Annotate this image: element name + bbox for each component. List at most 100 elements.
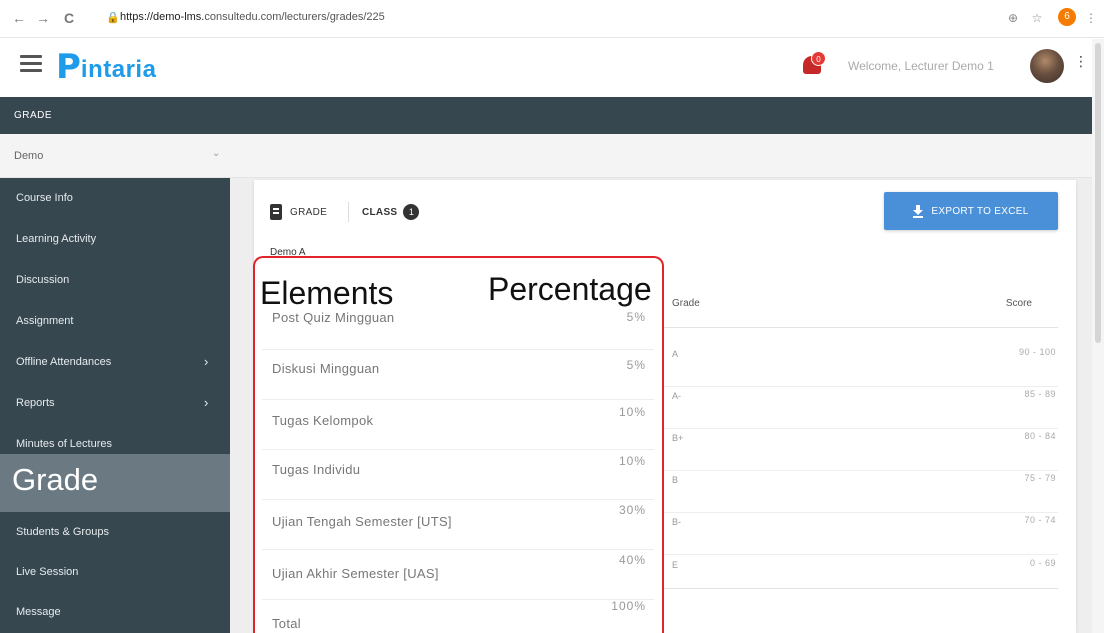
table-row: Diskusi Mingguan 5%	[262, 350, 654, 400]
table-row: B 75 - 79	[664, 471, 1058, 513]
element-name: Ujian Tengah Semester [UTS]	[272, 514, 452, 529]
course-select[interactable]: Demo ⌄	[0, 134, 1092, 178]
course-select-value: Demo	[14, 150, 44, 162]
table-row: Ujian Akhir Semester [UAS] 40%	[262, 550, 654, 600]
table-row: Post Quiz Mingguan 5%	[262, 300, 654, 350]
table-row: E 0 - 69	[664, 555, 1058, 597]
sidebar-item-label: Minutes of Lectures	[16, 438, 112, 450]
sidebar-item-course-info[interactable]: Course Info	[0, 178, 230, 218]
reload-icon[interactable]: C	[60, 9, 78, 27]
grade-score-range: 75 - 79	[1024, 473, 1056, 483]
table-divider	[664, 588, 1058, 589]
sidebar-item-label: Course Info	[16, 192, 73, 204]
grade-score-range: 85 - 89	[1024, 389, 1056, 399]
grade-letter: A	[672, 349, 679, 359]
app-header: P intaria 0 Welcome, Lecturer Demo 1 ⋮	[0, 39, 1104, 97]
tab-grade[interactable]: GRADE	[270, 201, 327, 223]
table-row: B- 70 - 74	[664, 513, 1058, 555]
document-icon	[270, 204, 282, 220]
logo-text: intaria	[80, 56, 157, 83]
user-menu-icon[interactable]: ⋮	[1074, 54, 1088, 68]
sidebar-item-label: Discussion	[16, 274, 70, 286]
element-percentage: 40%	[618, 553, 646, 567]
forward-arrow-icon[interactable]: →	[34, 9, 52, 27]
tab-class[interactable]: CLASS 1	[362, 201, 420, 223]
grade-score-range: 0 - 69	[1029, 558, 1056, 568]
table-row: B+ 80 - 84	[664, 429, 1058, 471]
address-bar[interactable]: 🔒 https://demo-lms.consultedu.com/lectur…	[102, 8, 972, 30]
sidebar-item-students-groups[interactable]: Students & Groups	[0, 512, 230, 552]
user-avatar[interactable]	[1030, 49, 1064, 83]
tab-grade-label: GRADE	[290, 206, 328, 218]
element-percentage: 10%	[618, 454, 646, 468]
class-count-badge: 1	[403, 204, 420, 220]
export-to-excel-button[interactable]: EXPORT TO EXCEL	[884, 192, 1058, 230]
grade-letter: B-	[672, 517, 681, 527]
url-text: https://demo-lms.consultedu.com/lecturer…	[120, 11, 385, 23]
page-scrollbar[interactable]	[1092, 39, 1104, 633]
logo-mark: P	[56, 47, 81, 87]
back-arrow-icon[interactable]: ←	[10, 9, 28, 27]
sidebar-item-label: Offline Attendances	[16, 356, 112, 368]
scrollbar-thumb[interactable]	[1095, 43, 1101, 343]
page-title-bar: GRADE	[0, 97, 1092, 134]
page-title: GRADE	[14, 110, 53, 121]
sidebar-item-label: Reports	[16, 397, 55, 409]
grade-letter: E	[672, 560, 679, 570]
sidebar-item-label: Message	[16, 606, 61, 618]
sidebar-item-label: Assignment	[16, 315, 74, 327]
element-percentage: 5%	[626, 358, 646, 372]
grade-score-range: 80 - 84	[1024, 431, 1056, 441]
table-row: A 90 - 100	[664, 345, 1058, 387]
zoom-icon[interactable]: ⊕	[1004, 9, 1022, 27]
element-percentage: 30%	[618, 503, 646, 517]
chevron-right-icon: ›	[204, 354, 209, 369]
sidebar-item-label: Live Session	[16, 566, 79, 578]
sidebar-item-label: Students & Groups	[16, 526, 109, 538]
download-icon	[913, 205, 924, 218]
tab-divider	[348, 202, 349, 222]
grade-score-range: 90 - 100	[1018, 347, 1056, 357]
grade-column-header: Grade	[672, 298, 700, 309]
star-icon[interactable]: ☆	[1028, 9, 1046, 27]
extension-icon[interactable]: 6	[1058, 8, 1076, 26]
sidebar-item-live-session[interactable]: Live Session	[0, 552, 230, 592]
grade-score-range: 70 - 74	[1024, 515, 1056, 525]
element-percentage: 5%	[626, 310, 646, 324]
element-percentage: 100%	[611, 599, 646, 613]
lock-icon: 🔒	[106, 12, 120, 24]
table-row: Tugas Individu 10%	[262, 450, 654, 500]
sidebar-item-reports[interactable]: Reports ›	[0, 383, 230, 423]
table-row: A- 85 - 89	[664, 387, 1058, 429]
score-column-header: Score	[1005, 298, 1032, 309]
sidebar-item-label: Learning Activity	[16, 233, 97, 245]
browser-menu-icon[interactable]: ⋮	[1082, 9, 1100, 27]
table-row-total: Total 100%	[262, 596, 654, 633]
sidebar-item-grade[interactable]: Grade	[0, 454, 230, 512]
chevron-right-icon: ›	[204, 395, 209, 410]
sidebar-item-learning-activity[interactable]: Learning Activity	[0, 219, 230, 259]
sidebar-item-discussion[interactable]: Discussion	[0, 260, 230, 300]
sidebar-item-message[interactable]: Message	[0, 592, 230, 632]
element-name: Diskusi Mingguan	[272, 361, 380, 376]
chevron-down-icon: ⌄	[212, 148, 221, 159]
element-name: Tugas Individu	[272, 462, 361, 477]
hamburger-menu-icon[interactable]	[20, 55, 42, 73]
export-button-label: EXPORT TO EXCEL	[931, 205, 1029, 217]
sidebar-item-offline-attendances[interactable]: Offline Attendances ›	[0, 342, 230, 382]
grade-letter: B	[672, 475, 679, 485]
element-name: Post Quiz Mingguan	[272, 310, 395, 325]
grade-scale-header: Grade Score	[664, 298, 1058, 328]
tab-class-label: CLASS	[362, 206, 398, 218]
table-row: Tugas Kelompok 10%	[262, 400, 654, 450]
grade-letter: A-	[672, 391, 681, 401]
grade-letter: B+	[672, 433, 684, 443]
browser-toolbar: ← → C 🔒 https://demo-lms.consultedu.com/…	[0, 0, 1104, 38]
notification-badge: 0	[811, 51, 826, 66]
table-row: Ujian Tengah Semester [UTS] 30%	[262, 500, 654, 550]
notification-bell-icon[interactable]: 0	[800, 51, 826, 79]
intaria-logo[interactable]: P intaria	[56, 47, 156, 87]
element-name: Tugas Kelompok	[272, 413, 374, 428]
element-name: Ujian Akhir Semester [UAS]	[272, 566, 439, 581]
sidebar-item-assignment[interactable]: Assignment	[0, 301, 230, 341]
